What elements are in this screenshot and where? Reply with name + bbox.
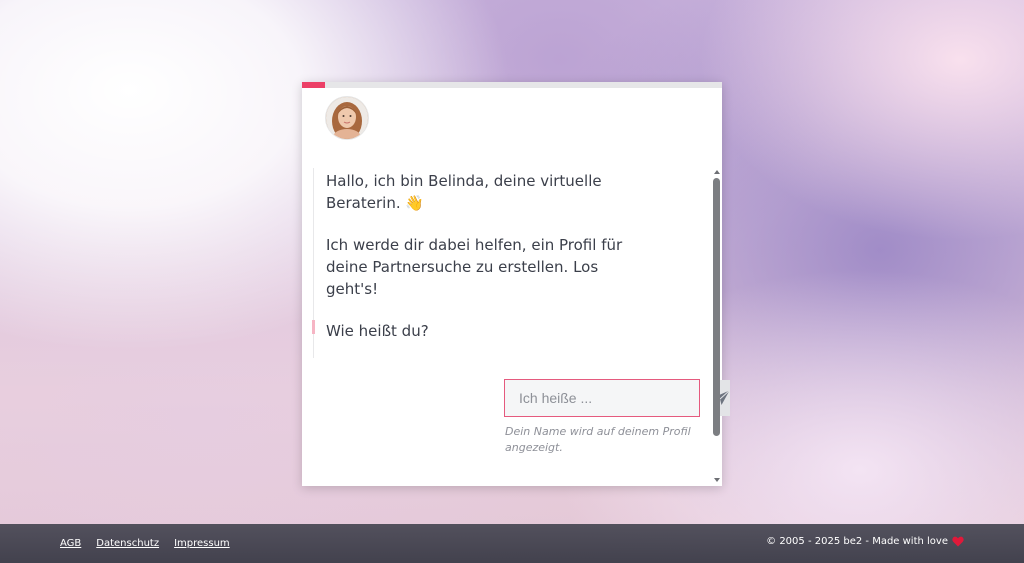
footer-link-datenschutz[interactable]: Datenschutz xyxy=(96,538,159,549)
chat-card: Hallo, ich bin Belinda, deine virtuelle … xyxy=(302,82,730,486)
scroll-thumb[interactable] xyxy=(713,178,720,436)
footer: AGB Datenschutz Impressum © 2005 - 2025 … xyxy=(0,524,1024,563)
footer-link-agb[interactable]: AGB xyxy=(60,538,81,549)
name-hint: Dein Name wird auf deinem Profil angezei… xyxy=(505,425,691,454)
progress-bar xyxy=(302,82,722,88)
message-bubble-accent xyxy=(312,320,315,334)
heart-icon xyxy=(952,536,964,547)
chat-scrollbar[interactable] xyxy=(712,168,722,486)
message-question: Wie heißt du? xyxy=(326,322,429,340)
assistant-message: Hallo, ich bin Belinda, deine virtuelle … xyxy=(326,170,626,342)
name-input-group xyxy=(504,379,730,417)
scroll-up-icon[interactable] xyxy=(714,170,720,174)
footer-links: AGB Datenschutz Impressum xyxy=(60,538,230,549)
message-greeting: Hallo, ich bin Belinda, deine virtuelle … xyxy=(326,172,602,212)
footer-link-impressum[interactable]: Impressum xyxy=(174,538,230,549)
progress-bar-fill xyxy=(302,82,326,88)
name-input[interactable] xyxy=(505,380,714,416)
copyright: © 2005 - 2025 be2 - Made with love xyxy=(766,536,964,547)
scroll-down-icon[interactable] xyxy=(714,478,720,482)
message-intro: Ich werde dir dabei helfen, ein Profil f… xyxy=(326,236,623,298)
copyright-text: © 2005 - 2025 be2 - Made with love xyxy=(766,536,948,547)
assistant-avatar-icon xyxy=(326,97,368,139)
